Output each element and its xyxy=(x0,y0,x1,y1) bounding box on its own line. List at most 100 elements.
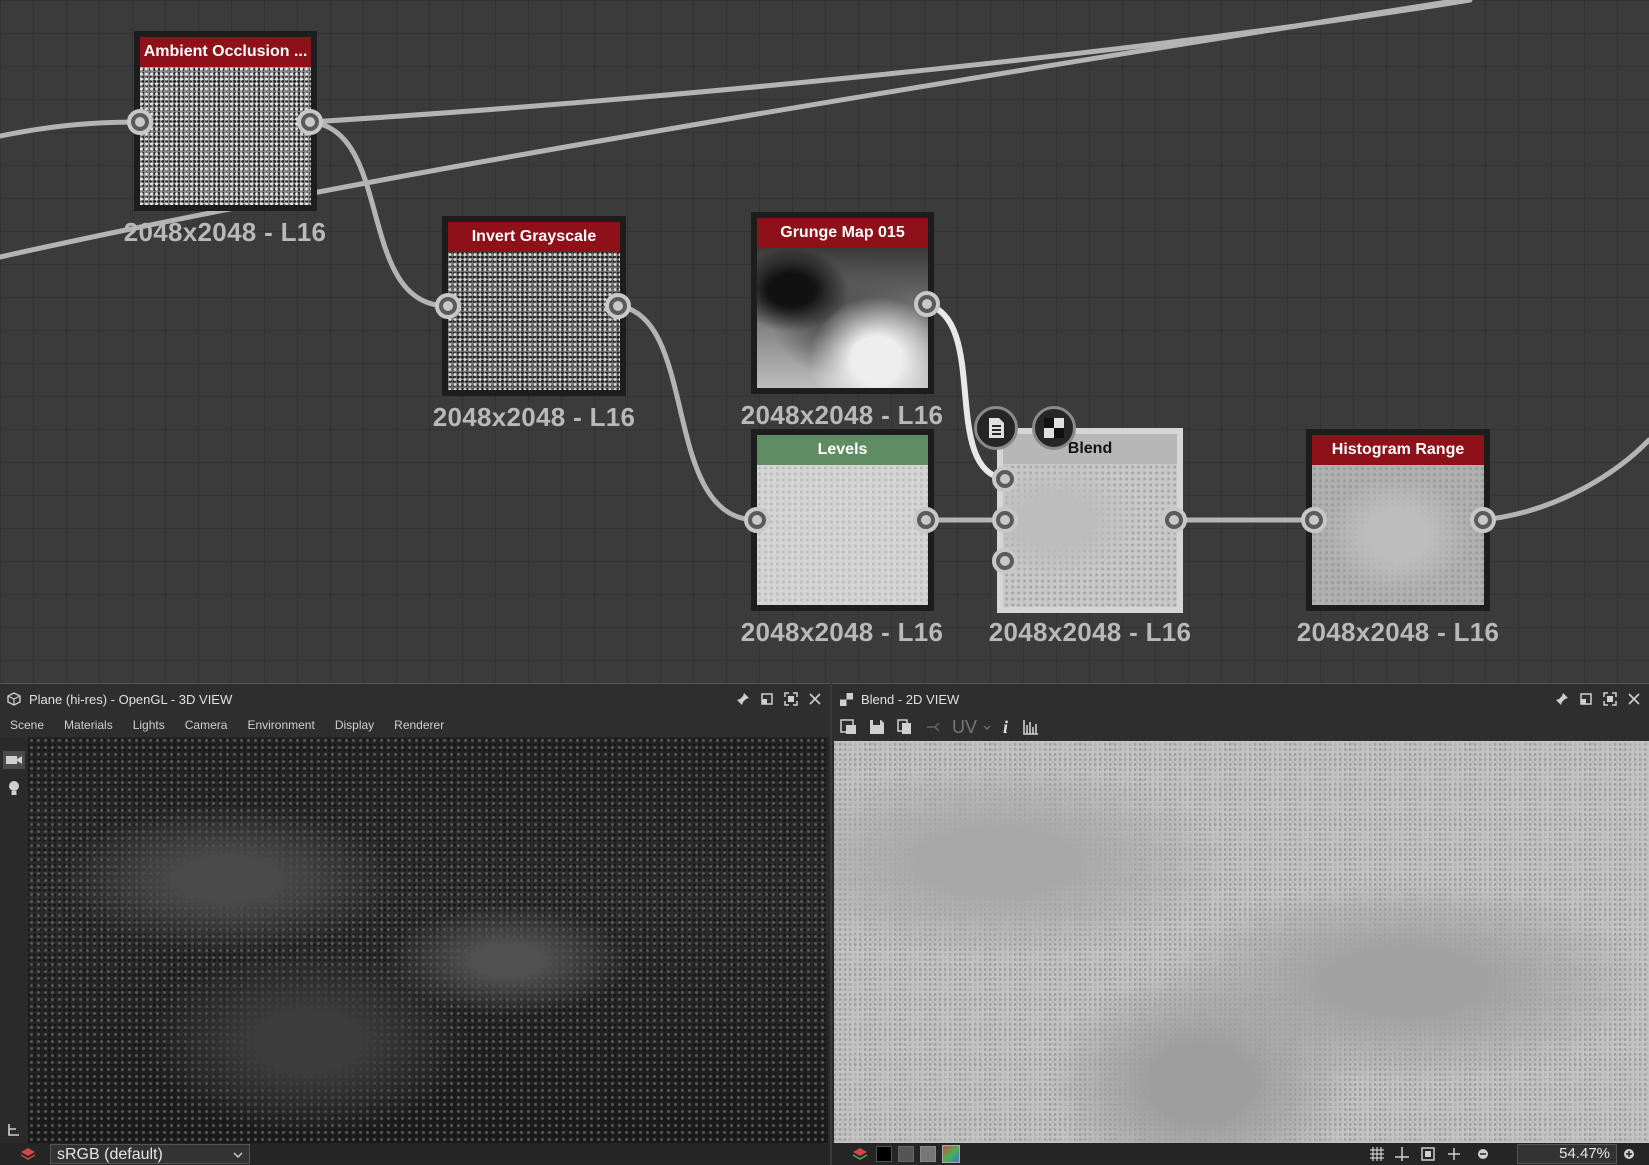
panel-title: Plane (hi-res) - OpenGL - 3D VIEW xyxy=(29,691,233,707)
output-port[interactable] xyxy=(913,507,939,533)
node-thumbnail xyxy=(448,252,620,390)
node-thumbnail xyxy=(1003,464,1177,607)
node-size-label: 2048x2048 - L16 xyxy=(988,617,1192,647)
wire-grunge-to-blend xyxy=(923,301,1008,482)
node-graph-canvas[interactable]: Ambient Occlusion ... 2048x2048 - L16 In… xyxy=(0,0,1649,683)
panel-header: Blend - 2D VIEW xyxy=(832,683,1649,714)
view2d-toolbar: UV i xyxy=(832,713,1649,741)
close-icon[interactable] xyxy=(1627,692,1641,706)
wire-ao-out-top xyxy=(307,0,1473,125)
input-port-foreground[interactable] xyxy=(992,466,1018,492)
node-size-label: 2048x2048 - L16 xyxy=(740,400,944,430)
node-title: Blend xyxy=(1003,434,1177,464)
wire-ao-in xyxy=(0,119,143,139)
panel-header: Plane (hi-res) - OpenGL - 3D VIEW xyxy=(0,683,830,714)
output-port[interactable] xyxy=(297,109,323,135)
wire-ao-to-invert xyxy=(307,119,451,309)
menu-camera[interactable]: Camera xyxy=(175,718,238,732)
maximize-icon[interactable] xyxy=(784,692,798,706)
output-port[interactable] xyxy=(605,293,631,319)
colorspace-value: sRGB (default) xyxy=(57,1146,163,1163)
hierarchy-icon[interactable] xyxy=(7,1123,21,1137)
pin-icon[interactable] xyxy=(736,692,750,706)
colorspace-select[interactable]: sRGB (default) xyxy=(50,1144,250,1164)
output-port[interactable] xyxy=(914,291,940,317)
share-icon xyxy=(922,716,944,738)
output-port[interactable] xyxy=(1161,507,1187,533)
node-title: Invert Grayscale xyxy=(448,222,620,252)
node-ambient-occlusion[interactable]: Ambient Occlusion ... xyxy=(134,31,317,211)
maximize-icon[interactable] xyxy=(1603,692,1617,706)
view3d-side-toolbar xyxy=(0,737,28,1143)
checker-background-button[interactable] xyxy=(920,1146,936,1162)
node-levels[interactable]: Levels xyxy=(751,429,934,611)
layers-icon[interactable] xyxy=(20,1147,36,1161)
input-port[interactable] xyxy=(744,507,770,533)
input-port[interactable] xyxy=(127,109,153,135)
view3d-viewport[interactable] xyxy=(28,737,828,1143)
info-button[interactable]: i xyxy=(1003,717,1008,738)
light-bulb-icon[interactable] xyxy=(6,779,22,797)
pin-icon[interactable] xyxy=(1555,692,1569,706)
wire-histogram-out xyxy=(1479,437,1649,523)
histogram-icon[interactable] xyxy=(1020,716,1042,738)
export-image-icon[interactable] xyxy=(838,716,860,738)
output-port[interactable] xyxy=(1470,507,1496,533)
checker-icon[interactable] xyxy=(1032,406,1076,450)
node-thumbnail xyxy=(757,248,928,388)
node-thumbnail xyxy=(1312,465,1484,605)
move-icon[interactable] xyxy=(1447,1147,1461,1161)
node-size-label: 2048x2048 - L16 xyxy=(123,217,327,247)
color-channel-button[interactable] xyxy=(942,1145,960,1163)
node-thumbnail xyxy=(757,465,928,605)
zoom-input[interactable]: 54.47% xyxy=(1517,1144,1617,1164)
zoom-in-icon[interactable] xyxy=(1623,1148,1635,1160)
fit-icon[interactable] xyxy=(1421,1147,1435,1161)
input-port[interactable] xyxy=(1301,507,1327,533)
node-invert-grayscale[interactable]: Invert Grayscale xyxy=(442,216,626,396)
uv-toggle[interactable]: UV xyxy=(952,717,977,738)
menu-environment[interactable]: Environment xyxy=(237,718,324,732)
node-title: Histogram Range xyxy=(1312,435,1484,465)
save-icon[interactable] xyxy=(866,716,888,738)
input-port[interactable] xyxy=(435,293,461,319)
camera-icon[interactable] xyxy=(3,751,25,769)
layers-icon[interactable] xyxy=(852,1147,868,1161)
chevron-down-icon[interactable] xyxy=(983,725,991,730)
input-port-mask[interactable] xyxy=(992,548,1018,574)
copy-icon[interactable] xyxy=(894,716,916,738)
close-icon[interactable] xyxy=(808,692,822,706)
cube-icon xyxy=(7,692,21,706)
chevron-down-icon xyxy=(233,1152,243,1158)
node-size-label: 2048x2048 - L16 xyxy=(432,402,636,432)
menu-scene[interactable]: Scene xyxy=(0,718,54,732)
panel-2d-view: Blend - 2D VIEW UV i 54.47% xyxy=(832,683,1649,1165)
input-port-background[interactable] xyxy=(992,507,1018,533)
view2d-viewport[interactable] xyxy=(834,741,1649,1143)
menu-renderer[interactable]: Renderer xyxy=(384,718,454,732)
node-blend[interactable]: Blend xyxy=(997,428,1183,613)
zoom-out-icon[interactable] xyxy=(1477,1148,1489,1160)
black-background-button[interactable] xyxy=(876,1146,892,1162)
node-title: Grunge Map 015 xyxy=(757,218,928,248)
menu-materials[interactable]: Materials xyxy=(54,718,123,732)
node-title: Levels xyxy=(757,435,928,465)
grid-icon[interactable] xyxy=(1370,1147,1384,1161)
view3d-menubar: Scene Materials Lights Camera Environmen… xyxy=(0,713,830,737)
panel-title: Blend - 2D VIEW xyxy=(861,691,960,707)
node-histogram-range[interactable]: Histogram Range xyxy=(1306,429,1490,611)
node-size-label: 2048x2048 - L16 xyxy=(740,617,944,647)
node-thumbnail xyxy=(140,67,311,205)
node-size-label: 2048x2048 - L16 xyxy=(1296,617,1500,647)
float-icon[interactable] xyxy=(1579,692,1593,706)
grey-background-button[interactable] xyxy=(898,1146,914,1162)
float-icon[interactable] xyxy=(760,692,774,706)
menu-lights[interactable]: Lights xyxy=(123,718,175,732)
menu-display[interactable]: Display xyxy=(325,718,384,732)
pivot-icon[interactable] xyxy=(1395,1147,1409,1161)
node-grunge-map[interactable]: Grunge Map 015 xyxy=(751,212,934,394)
view3d-statusbar: sRGB (default) xyxy=(0,1143,830,1165)
checker-icon xyxy=(840,692,853,706)
node-title: Ambient Occlusion ... xyxy=(140,37,311,67)
document-icon[interactable] xyxy=(974,406,1018,450)
